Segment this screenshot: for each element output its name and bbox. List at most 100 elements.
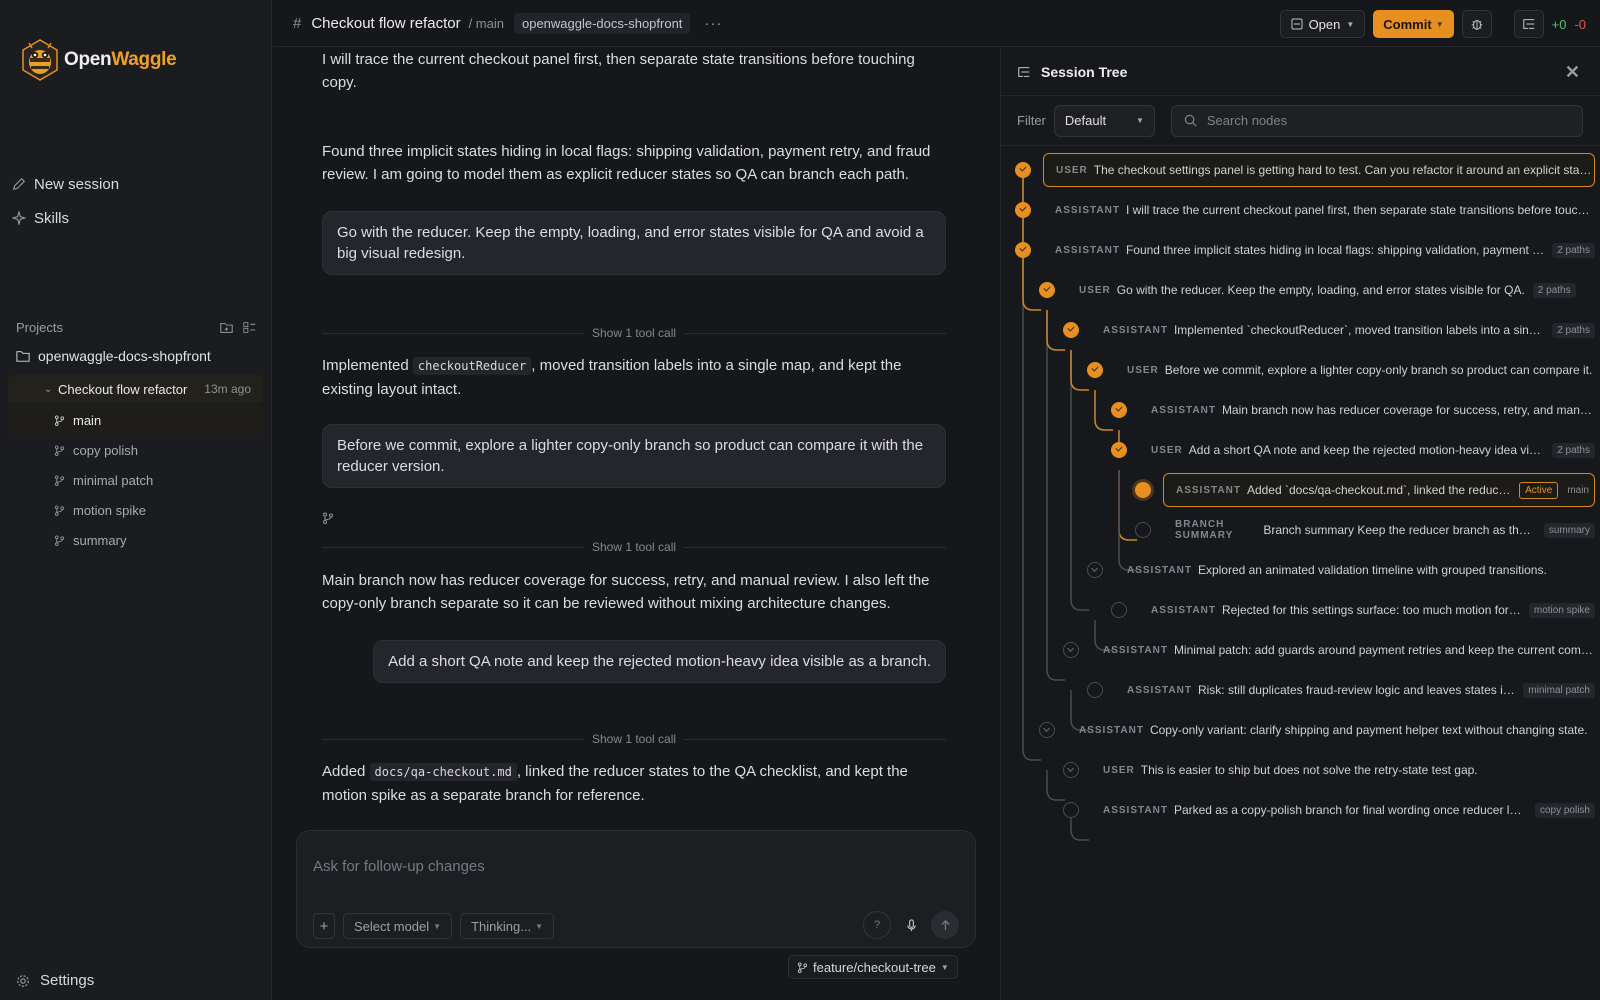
new-session-button[interactable]: New session [12, 172, 119, 196]
tree-node-marker[interactable] [1063, 642, 1079, 658]
project-item[interactable]: openwaggle-docs-shopfront [16, 348, 211, 364]
branch-list: main copy polish minimal patch motion sp… [8, 405, 263, 555]
tool-call-toggle[interactable]: Show 1 tool call [322, 731, 947, 747]
tree-node[interactable]: ASSISTANT Rejected for this settings surf… [1151, 593, 1595, 627]
branch-item-main[interactable]: main [8, 405, 263, 435]
branch-item-motion-spike[interactable]: motion spike [8, 495, 263, 525]
composer-input[interactable]: Ask for follow-up changes [313, 858, 485, 875]
assistant-message: Main branch now has reducer coverage for… [322, 572, 930, 612]
tree-node[interactable]: USER Add a short QA note and keep the rej… [1151, 433, 1595, 467]
tree-node[interactable]: USER The checkout settings panel is getti… [1043, 153, 1595, 187]
open-button[interactable]: Open ▼ [1279, 10, 1366, 38]
session-tree-toggle[interactable] [1513, 10, 1544, 38]
inline-code: docs/qa-checkout.md [369, 763, 517, 781]
tree-node-marker[interactable] [1087, 562, 1103, 578]
commit-button[interactable]: Commit ▼ [1373, 10, 1454, 38]
tree-node[interactable]: ASSISTANT Explored an animated validation… [1127, 553, 1595, 587]
tree-node[interactable]: USER Go with the reducer. Keep the empty,… [1079, 273, 1595, 307]
thinking-select[interactable]: Thinking... ▼ [460, 913, 554, 939]
tree-node[interactable]: USER This is easier to ship but does not … [1103, 753, 1595, 787]
debug-button[interactable] [1461, 10, 1492, 38]
composer[interactable]: Ask for follow-up changes + Select model… [296, 830, 976, 948]
tree-node-marker[interactable] [1111, 602, 1127, 618]
help-button[interactable]: ? [863, 911, 891, 939]
tree-node-marker[interactable] [1111, 442, 1127, 458]
thinking-label: Thinking... [471, 918, 532, 934]
tree-node-marker[interactable] [1039, 722, 1055, 738]
tree-node-marker[interactable] [1015, 202, 1031, 218]
diff-deletions: -0 [1574, 16, 1586, 32]
tree-node[interactable]: BRANCH SUMMARY Branch summary Keep the re… [1175, 513, 1595, 547]
tool-call-label: Show 1 tool call [591, 326, 677, 340]
tree-node-text: Minimal patch: add guards around payment… [1173, 643, 1595, 657]
tree-node-marker[interactable] [1015, 162, 1031, 178]
app-logo[interactable]: OpenWaggle [20, 38, 177, 82]
session-item[interactable]: ⌄ Checkout flow refactor 13m ago [8, 375, 263, 403]
projects-label: Projects [16, 320, 63, 335]
search-nodes-input[interactable] [1206, 113, 1557, 128]
tree-list-icon [1018, 66, 1030, 77]
tree-node-tag: 2 paths [1552, 322, 1595, 338]
tree-node-marker[interactable] [1063, 802, 1079, 818]
new-folder-icon[interactable] [220, 321, 233, 334]
tree-node-marker[interactable] [1135, 522, 1151, 538]
session-tree-panel: Session Tree ✕ Filter Default ▼ Search n… [1000, 48, 1600, 1000]
tree-node-marker[interactable] [1063, 762, 1079, 778]
tree-node-role: ASSISTANT [1151, 604, 1216, 616]
tool-call-toggle[interactable]: Show 1 tool call [322, 325, 947, 341]
app-name: OpenWaggle [64, 49, 177, 70]
branch-breadcrumb[interactable]: / main [469, 16, 504, 31]
send-button[interactable] [931, 911, 959, 939]
branch-item-copy-polish[interactable]: copy polish [8, 435, 263, 465]
tool-call-toggle[interactable]: Show 1 tool call [322, 539, 947, 555]
tree-node-marker[interactable] [1063, 322, 1079, 338]
tree-node-text: Before we commit, explore a lighter copy… [1164, 363, 1593, 377]
chevron-down-icon: ▼ [1135, 116, 1144, 125]
branch-item-minimal-patch[interactable]: minimal patch [8, 465, 263, 495]
attach-button[interactable]: + [313, 913, 335, 939]
repo-chip[interactable]: openwaggle-docs-shopfront [513, 12, 691, 34]
tree-node[interactable]: ASSISTANT Minimal patch: add guards aroun… [1103, 633, 1595, 667]
fork-icon[interactable] [322, 511, 334, 527]
tree-node[interactable]: ASSISTANT Copy-only variant: clarify ship… [1079, 713, 1595, 747]
tree-node-marker[interactable] [1087, 362, 1103, 378]
tree-node[interactable]: ASSISTANT Implemented `checkoutReducer`, … [1103, 313, 1595, 347]
microphone-button[interactable] [897, 911, 925, 939]
tree-node-text: I will trace the current checkout panel … [1125, 203, 1595, 217]
more-icon[interactable]: ··· [704, 15, 722, 32]
tree-node-marker[interactable] [1087, 682, 1103, 698]
tree-node-marker[interactable] [1135, 482, 1151, 498]
branch-item-summary[interactable]: summary [8, 525, 263, 555]
tree-node-role: USER [1056, 164, 1088, 176]
tree-node-text: Added `docs/qa-checkout.md`, linked the … [1246, 483, 1511, 497]
chevron-down-icon: ▼ [535, 921, 543, 931]
tree-node-role: BRANCH SUMMARY [1175, 519, 1234, 541]
tree-node-tag: minimal patch [1523, 682, 1595, 698]
tree-node[interactable]: ASSISTANT I will trace the current checko… [1055, 193, 1595, 227]
tree-node[interactable]: ASSISTANT Found three implicit states hid… [1055, 233, 1595, 267]
chevron-down-icon: ▼ [940, 962, 949, 972]
bee-logo-icon [22, 39, 58, 81]
tree-node-marker[interactable] [1015, 242, 1031, 258]
filter-select[interactable]: Default ▼ [1053, 104, 1155, 137]
tree-node-marker[interactable] [1111, 402, 1127, 418]
close-icon[interactable]: ✕ [1565, 62, 1580, 83]
top-bar: # Checkout flow refactor / main openwagg… [273, 0, 1600, 47]
tree-node-marker[interactable] [1039, 282, 1055, 298]
tree-node[interactable]: ASSISTANT Main branch now has reducer cov… [1151, 393, 1595, 427]
model-select[interactable]: Select model ▼ [343, 913, 453, 939]
filter-row: Filter Default ▼ [1001, 96, 1600, 146]
skills-button[interactable]: Skills [12, 206, 69, 230]
git-branch-icon [54, 444, 65, 456]
settings-button[interactable]: Settings [16, 972, 94, 989]
tree-node[interactable]: ASSISTANT Risk: still duplicates fraud-re… [1127, 673, 1595, 707]
tree-node[interactable]: ASSISTANT Added `docs/qa-checkout.md`, li… [1163, 473, 1595, 507]
current-branch-chip[interactable]: feature/checkout-tree ▼ [788, 955, 958, 979]
list-settings-icon[interactable] [243, 321, 256, 334]
filter-value: Default [1064, 113, 1107, 128]
search-nodes-field[interactable] [1170, 104, 1583, 137]
tree-node[interactable]: USER Before we commit, explore a lighter … [1127, 353, 1595, 387]
arrow-up-icon [940, 919, 950, 930]
tree-node-role: ASSISTANT [1079, 724, 1144, 736]
tree-node[interactable]: ASSISTANT Parked as a copy-polish branch … [1103, 793, 1595, 827]
